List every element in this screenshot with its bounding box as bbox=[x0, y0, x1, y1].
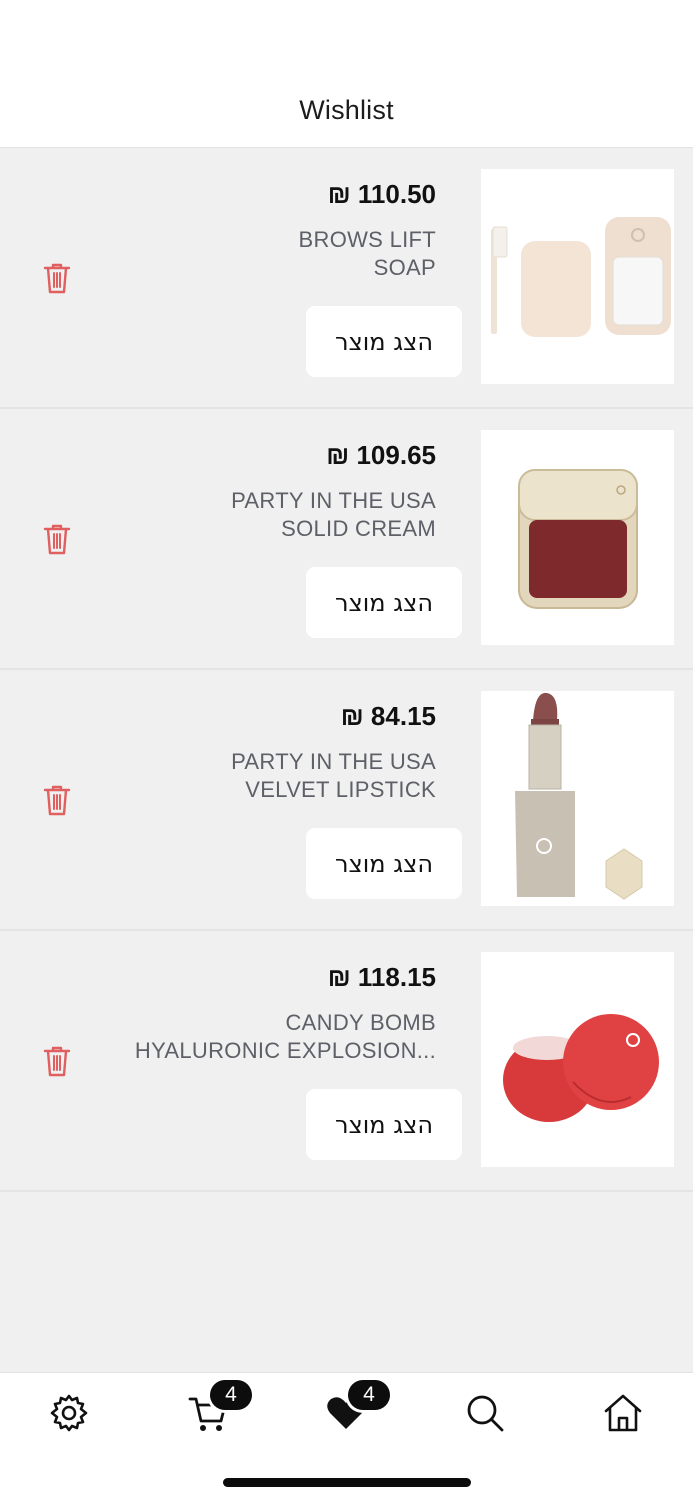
product-image[interactable] bbox=[481, 952, 674, 1167]
gear-icon[interactable] bbox=[47, 1391, 91, 1435]
trash-icon[interactable] bbox=[43, 1045, 71, 1077]
item-name: BROWS LIFT SOAP bbox=[106, 226, 436, 282]
item-name-line-1: CANDY BOMB bbox=[285, 1010, 436, 1035]
view-product-button[interactable]: הצג מוצר bbox=[306, 828, 462, 899]
product-image[interactable] bbox=[481, 169, 674, 384]
list-item: ₪ 84.15 PARTY IN THE USA VELVET LIPSTICK… bbox=[0, 670, 693, 931]
item-name: PARTY IN THE USA VELVET LIPSTICK bbox=[106, 748, 436, 804]
item-name: CANDY BOMB HYALURONIC EXPLOSION... bbox=[106, 1009, 436, 1065]
view-product-button[interactable]: הצג מוצר bbox=[306, 1089, 462, 1160]
trash-icon[interactable] bbox=[43, 262, 71, 294]
search-icon[interactable] bbox=[463, 1391, 507, 1435]
cart-count-badge: 4 bbox=[210, 1380, 252, 1410]
item-name-line-1: PARTY IN THE USA bbox=[231, 749, 436, 774]
list-item: ₪ 118.15 CANDY BOMB HYALURONIC EXPLOSION… bbox=[0, 931, 693, 1192]
product-image[interactable] bbox=[481, 691, 674, 906]
page-title: Wishlist bbox=[299, 95, 394, 125]
item-name-line-2: HYALURONIC EXPLOSION... bbox=[134, 1038, 436, 1063]
view-product-button[interactable]: הצג מוצר bbox=[306, 567, 462, 638]
product-image[interactable] bbox=[481, 430, 674, 645]
header-bar: Wishlist bbox=[0, 0, 693, 148]
trash-icon[interactable] bbox=[43, 523, 71, 555]
wishlist: ₪ 110.50 BROWS LIFT SOAP הצג מוצר ₪ 109.… bbox=[0, 148, 693, 1192]
item-price: ₪ 118.15 bbox=[327, 962, 436, 992]
home-icon[interactable] bbox=[601, 1391, 645, 1435]
item-name-line-2: VELVET LIPSTICK bbox=[245, 777, 436, 802]
item-name-line-1: BROWS LIFT bbox=[298, 227, 436, 252]
wishlist-count-badge: 4 bbox=[348, 1380, 390, 1410]
list-item: ₪ 109.65 PARTY IN THE USA SOLID CREAM הצ… bbox=[0, 409, 693, 670]
list-item: ₪ 110.50 BROWS LIFT SOAP הצג מוצר bbox=[0, 148, 693, 409]
trash-icon[interactable] bbox=[43, 784, 71, 816]
item-price: ₪ 110.50 bbox=[327, 179, 436, 209]
item-name: PARTY IN THE USA SOLID CREAM bbox=[106, 487, 436, 543]
view-product-button[interactable]: הצג מוצר bbox=[306, 306, 462, 377]
item-price: ₪ 109.65 bbox=[326, 440, 436, 470]
item-name-line-1: PARTY IN THE USA bbox=[231, 488, 436, 513]
item-name-line-2: SOLID CREAM bbox=[281, 516, 436, 541]
item-name-line-2: SOAP bbox=[373, 255, 436, 280]
home-indicator bbox=[223, 1478, 471, 1487]
item-price: ₪ 84.15 bbox=[340, 701, 436, 731]
